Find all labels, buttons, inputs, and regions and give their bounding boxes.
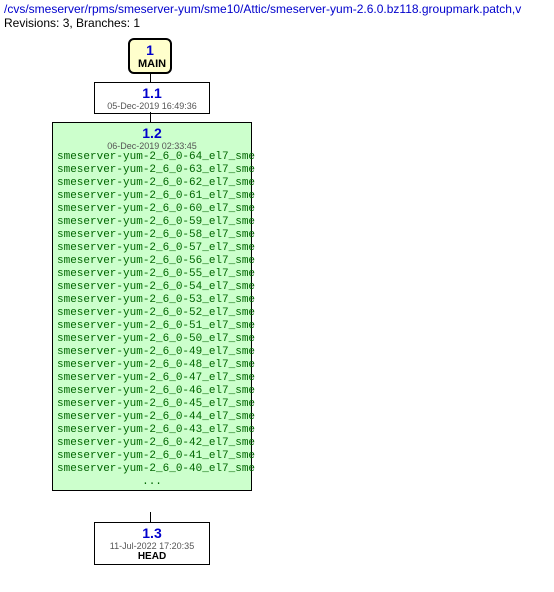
rev-version: 1.3 bbox=[101, 525, 203, 541]
rev-head: HEAD bbox=[101, 551, 203, 562]
tag: smeserver-yum-2_6_0-52_el7_sme bbox=[57, 307, 247, 320]
tag: smeserver-yum-2_6_0-54_el7_sme bbox=[57, 281, 247, 294]
tag: smeserver-yum-2_6_0-41_el7_sme bbox=[57, 450, 247, 463]
tag: smeserver-yum-2_6_0-55_el7_sme bbox=[57, 268, 247, 281]
tag-ellipsis: ... bbox=[57, 476, 247, 488]
revision-1-3[interactable]: 1.3 11-Jul-2022 17:20:35 HEAD bbox=[94, 522, 210, 565]
tag: smeserver-yum-2_6_0-45_el7_sme bbox=[57, 398, 247, 411]
branch-number: 1 bbox=[138, 42, 162, 58]
tag: smeserver-yum-2_6_0-51_el7_sme bbox=[57, 320, 247, 333]
rev-version: 1.2 bbox=[57, 125, 247, 141]
tag: smeserver-yum-2_6_0-56_el7_sme bbox=[57, 255, 247, 268]
rev-date: 11-Jul-2022 17:20:35 bbox=[101, 541, 203, 551]
branch-main[interactable]: 1 MAIN bbox=[128, 38, 172, 74]
connector bbox=[150, 512, 151, 522]
rev-date: 06-Dec-2019 02:33:45 bbox=[57, 141, 247, 151]
rev-version: 1.1 bbox=[101, 85, 203, 101]
tag: smeserver-yum-2_6_0-57_el7_sme bbox=[57, 242, 247, 255]
tag: smeserver-yum-2_6_0-53_el7_sme bbox=[57, 294, 247, 307]
tag: smeserver-yum-2_6_0-47_el7_sme bbox=[57, 372, 247, 385]
tag: smeserver-yum-2_6_0-50_el7_sme bbox=[57, 333, 247, 346]
revision-graph: 1 MAIN 1.1 05-Dec-2019 16:49:36 1.2 06-D… bbox=[0, 32, 554, 592]
tag: smeserver-yum-2_6_0-44_el7_sme bbox=[57, 411, 247, 424]
tag: smeserver-yum-2_6_0-40_el7_sme bbox=[57, 463, 247, 476]
tag: smeserver-yum-2_6_0-42_el7_sme bbox=[57, 437, 247, 450]
tag: smeserver-yum-2_6_0-63_el7_sme bbox=[57, 164, 247, 177]
tag: smeserver-yum-2_6_0-58_el7_sme bbox=[57, 229, 247, 242]
revision-1-2[interactable]: 1.2 06-Dec-2019 02:33:45 smeserver-yum-2… bbox=[52, 122, 252, 491]
tag: smeserver-yum-2_6_0-43_el7_sme bbox=[57, 424, 247, 437]
tag: smeserver-yum-2_6_0-48_el7_sme bbox=[57, 359, 247, 372]
tag: smeserver-yum-2_6_0-46_el7_sme bbox=[57, 385, 247, 398]
rev-date: 05-Dec-2019 16:49:36 bbox=[101, 101, 203, 111]
file-path: /cvs/smeserver/rpms/smeserver-yum/sme10/… bbox=[4, 2, 521, 16]
connector bbox=[150, 112, 151, 122]
tag: smeserver-yum-2_6_0-61_el7_sme bbox=[57, 190, 247, 203]
header: /cvs/smeserver/rpms/smeserver-yum/sme10/… bbox=[0, 0, 554, 32]
revision-info: Revisions: 3, Branches: 1 bbox=[4, 16, 140, 30]
connector bbox=[150, 72, 151, 82]
branch-label: MAIN bbox=[138, 58, 162, 70]
tag: smeserver-yum-2_6_0-49_el7_sme bbox=[57, 346, 247, 359]
tag: smeserver-yum-2_6_0-62_el7_sme bbox=[57, 177, 247, 190]
tag: smeserver-yum-2_6_0-59_el7_sme bbox=[57, 216, 247, 229]
tag: smeserver-yum-2_6_0-64_el7_sme bbox=[57, 151, 247, 164]
revision-1-1[interactable]: 1.1 05-Dec-2019 16:49:36 bbox=[94, 82, 210, 114]
tag: smeserver-yum-2_6_0-60_el7_sme bbox=[57, 203, 247, 216]
tag-list: smeserver-yum-2_6_0-64_el7_smesmeserver-… bbox=[57, 151, 247, 476]
